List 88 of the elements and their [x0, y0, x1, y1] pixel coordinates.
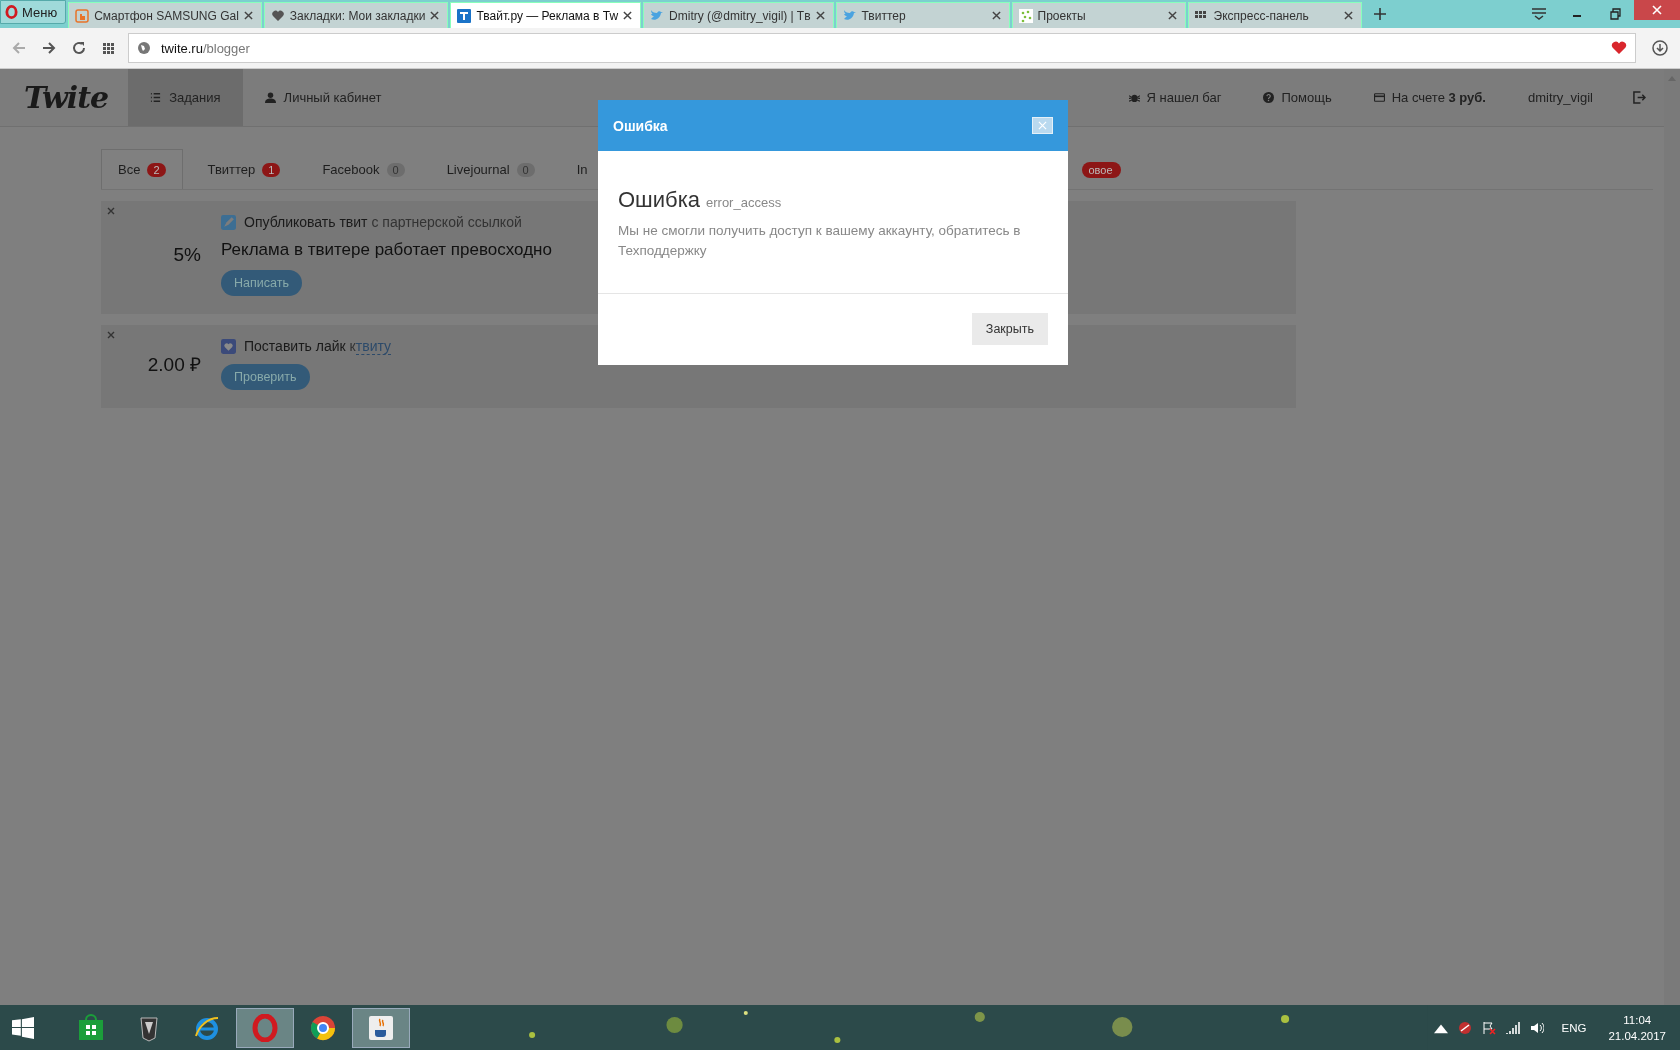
scrollbar[interactable]: [1664, 69, 1680, 1005]
globe-icon: [137, 41, 151, 55]
browser-tab[interactable]: Твиттер: [835, 2, 1010, 28]
count-badge: 2: [147, 162, 166, 177]
close-icon: [1652, 5, 1662, 15]
shield-icon[interactable]: [1457, 1020, 1472, 1035]
heart-icon: [270, 8, 285, 23]
forward-icon[interactable]: [42, 41, 56, 55]
browser-tab[interactable]: Твайт.ру — Реклама в Tw: [450, 2, 642, 28]
tab-title: Dmitry (@dmitry_vigil) | Tв: [669, 8, 811, 23]
heart-icon[interactable]: [1611, 41, 1627, 55]
tab-title: Твайт.ру — Реклама в Tw: [476, 8, 619, 23]
dots-icon: [1018, 8, 1033, 23]
error-code: error_access: [706, 195, 782, 210]
filter-tab[interactable]: Все 2: [101, 149, 183, 189]
list-icon: [150, 92, 162, 103]
task-title: Поставить лайк ктвиту: [244, 338, 392, 354]
user-icon: [264, 92, 276, 103]
tab-title: Закладки: Мои закладки: [289, 8, 426, 23]
clock[interactable]: 11:04 21.04.2017: [1604, 1011, 1670, 1044]
close-icon[interactable]: [991, 11, 1001, 20]
new-badge: овое: [1082, 162, 1121, 178]
site-logo-icon: [457, 8, 472, 23]
header-link[interactable]: Я нашел баг: [1128, 90, 1222, 105]
username-link[interactable]: dmitry_vigil: [1528, 90, 1593, 105]
language-indicator[interactable]: ENG: [1561, 1021, 1587, 1034]
task-title: Опубликовать твит с партнерской ссылкой: [244, 214, 522, 230]
chrome-icon: [309, 1013, 337, 1042]
tweet-text: Реклама в твитере работает превосходно: [221, 240, 552, 260]
browser-menu-button[interactable]: Меню: [0, 0, 67, 24]
bug-icon: [1128, 92, 1140, 103]
nav-item[interactable]: Задания: [128, 69, 243, 126]
close-icon[interactable]: [243, 11, 253, 20]
download-icon[interactable]: [1652, 40, 1668, 56]
tab-title: Смартфон SAMSUNG Gal: [94, 8, 239, 23]
browser-tab[interactable]: Смартфон SAMSUNG Gal: [68, 2, 262, 28]
filter-tab[interactable]: Твиттер 1: [190, 149, 298, 189]
browser-tab[interactable]: Проекты: [1011, 2, 1186, 28]
close-icon[interactable]: [815, 11, 825, 20]
close-icon: [1038, 121, 1047, 130]
taskbar-app[interactable]: [236, 1007, 294, 1048]
count-badge: 1: [262, 162, 281, 177]
logout-icon[interactable]: [1633, 91, 1646, 104]
speaker-icon[interactable]: [1529, 1020, 1544, 1035]
close-button[interactable]: Закрыть: [971, 313, 1048, 345]
tab-title: Проекты: [1037, 8, 1087, 23]
card-icon: [1373, 92, 1385, 103]
nav-item[interactable]: Личный кабинет: [242, 69, 404, 126]
url-text: twite.ru/blogger: [161, 40, 250, 56]
tab-title: Твиттер: [861, 8, 907, 23]
bird-icon: [650, 8, 665, 23]
flag-icon[interactable]: [1481, 1020, 1496, 1035]
close-icon[interactable]: [623, 11, 633, 20]
dialog-title: Ошибка: [613, 117, 668, 134]
action-button[interactable]: Проверить: [221, 364, 310, 390]
error-message: Мы не смогли получить доступ к вашему аккаунту, обратитесь в Техподдержку: [618, 222, 1022, 260]
grid-icon[interactable]: [102, 41, 116, 55]
bird-icon: [842, 8, 857, 23]
close-icon[interactable]: [1167, 11, 1177, 20]
tab-title: Экспресс-панель: [1213, 8, 1310, 23]
header-link[interactable]: Помощь: [1263, 90, 1332, 105]
close-window-button[interactable]: [1634, 0, 1680, 20]
opera-icon: [251, 1013, 279, 1042]
tab-list-icon[interactable]: [1532, 8, 1546, 20]
store-icon: [77, 1013, 105, 1042]
help-icon: [1263, 92, 1275, 103]
new-tab-icon[interactable]: [1373, 8, 1386, 20]
error-heading: Ошибка: [618, 187, 700, 213]
reward-amount: 5%: [173, 244, 201, 266]
opera-logo-icon: [5, 5, 18, 19]
header-link[interactable]: На счете 3 руб.: [1373, 90, 1486, 105]
reload-icon[interactable]: [72, 41, 86, 55]
browser-tab[interactable]: Закладки: Мои закладки: [263, 2, 449, 28]
pen-icon: [221, 214, 236, 230]
address-field[interactable]: twite.ru/blogger: [128, 33, 1636, 63]
taskbar-app[interactable]: [352, 1007, 410, 1048]
action-button[interactable]: Написать: [221, 270, 302, 296]
close-icon[interactable]: [430, 11, 440, 20]
browser-tab[interactable]: Экспресс-панель: [1187, 2, 1362, 28]
hand-icon: [75, 8, 90, 23]
close-icon[interactable]: [1343, 11, 1353, 20]
reward-amount: 2.00 ₽: [147, 353, 201, 377]
restore-icon[interactable]: [1608, 8, 1622, 20]
coffee-cup-icon: [367, 1013, 395, 1042]
site-logo[interactable]: Twite: [24, 80, 109, 115]
browser-tab[interactable]: Dmitry (@dmitry_vigil) | Tв: [643, 2, 834, 28]
signal-icon[interactable]: [1505, 1020, 1520, 1035]
start-icon[interactable]: [12, 1016, 34, 1039]
